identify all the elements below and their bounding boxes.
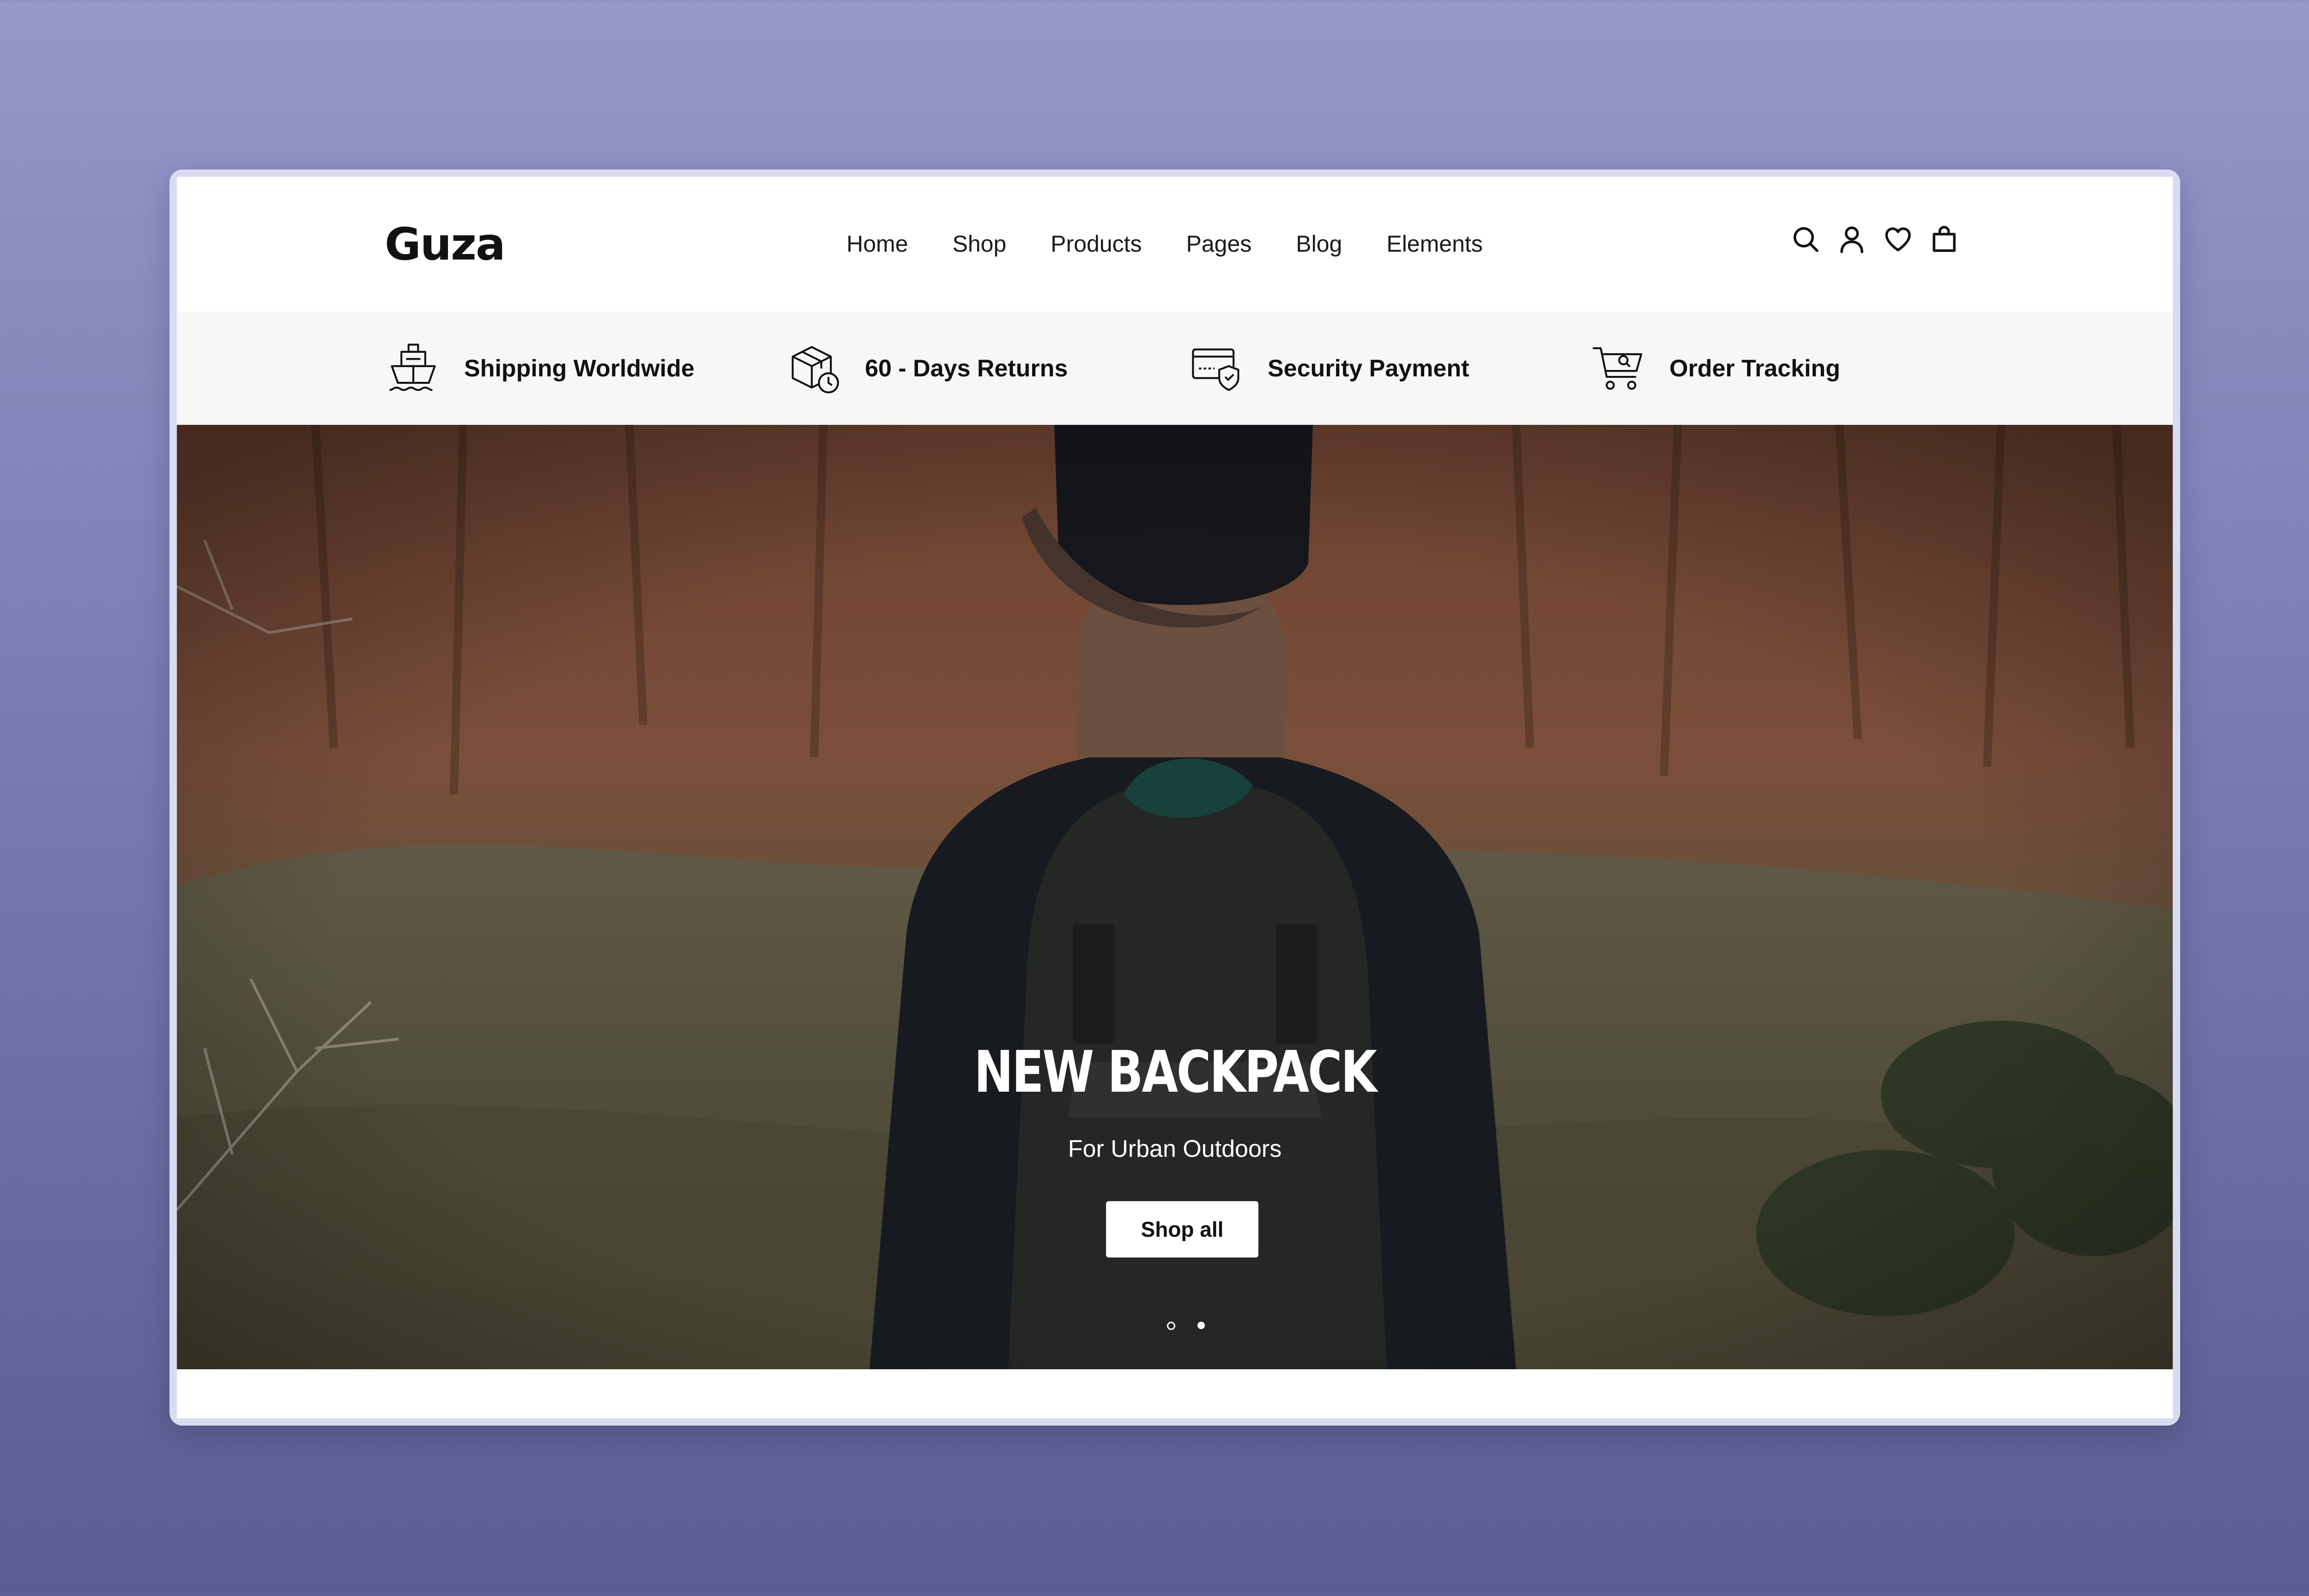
nav-blog[interactable]: Blog — [1296, 230, 1342, 257]
feature-label: Security Payment — [1268, 355, 1469, 382]
slider-dots — [1156, 1322, 1216, 1330]
slide-dot-1[interactable] — [1167, 1322, 1175, 1330]
header-actions — [1778, 221, 1963, 258]
hero-banner: NEW BACKPACK For Urban Outdoors Shop all — [177, 425, 2173, 1369]
ship-icon — [385, 340, 442, 397]
browser-frame: Guza Home Shop Products Pages Blog Eleme… — [169, 169, 2180, 1426]
nav-home[interactable]: Home — [846, 230, 908, 257]
main-nav: Home Shop Products Pages Blog Elements — [846, 228, 1527, 260]
nav-products[interactable]: Products — [1051, 230, 1142, 257]
user-icon[interactable] — [1833, 221, 1870, 258]
heart-icon[interactable] — [1880, 221, 1916, 258]
search-icon[interactable] — [1787, 221, 1824, 258]
card-shield-icon — [1188, 340, 1245, 397]
feature-security: Security Payment — [1188, 312, 1469, 425]
feature-label: 60 - Days Returns — [865, 355, 1068, 382]
hero-title: NEW BACKPACK — [974, 1039, 1377, 1106]
bag-icon[interactable] — [1926, 221, 1963, 258]
slide-dot-2[interactable] — [1197, 1322, 1205, 1329]
box-clock-icon — [786, 340, 843, 397]
site-logo[interactable]: Guza — [385, 218, 506, 270]
feature-shipping: Shipping Worldwide — [385, 312, 695, 425]
web-page: Guza Home Shop Products Pages Blog Eleme… — [177, 177, 2173, 1418]
feature-bar: Shipping Worldwide 60 - Days Returns Sec… — [177, 312, 2173, 425]
site-header: Guza Home Shop Products Pages Blog Eleme… — [177, 177, 2173, 312]
hero-subtitle: For Urban Outdoors — [1068, 1136, 1282, 1162]
nav-shop[interactable]: Shop — [952, 230, 1006, 257]
feature-label: Order Tracking — [1669, 355, 1840, 382]
nav-elements[interactable]: Elements — [1386, 230, 1482, 257]
nav-pages[interactable]: Pages — [1186, 230, 1251, 257]
feature-label: Shipping Worldwide — [464, 355, 695, 382]
feature-tracking: Order Tracking — [1590, 312, 1840, 425]
feature-returns: 60 - Days Returns — [786, 312, 1068, 425]
cart-search-icon — [1590, 340, 1647, 397]
shop-all-button[interactable]: Shop all — [1106, 1201, 1258, 1257]
